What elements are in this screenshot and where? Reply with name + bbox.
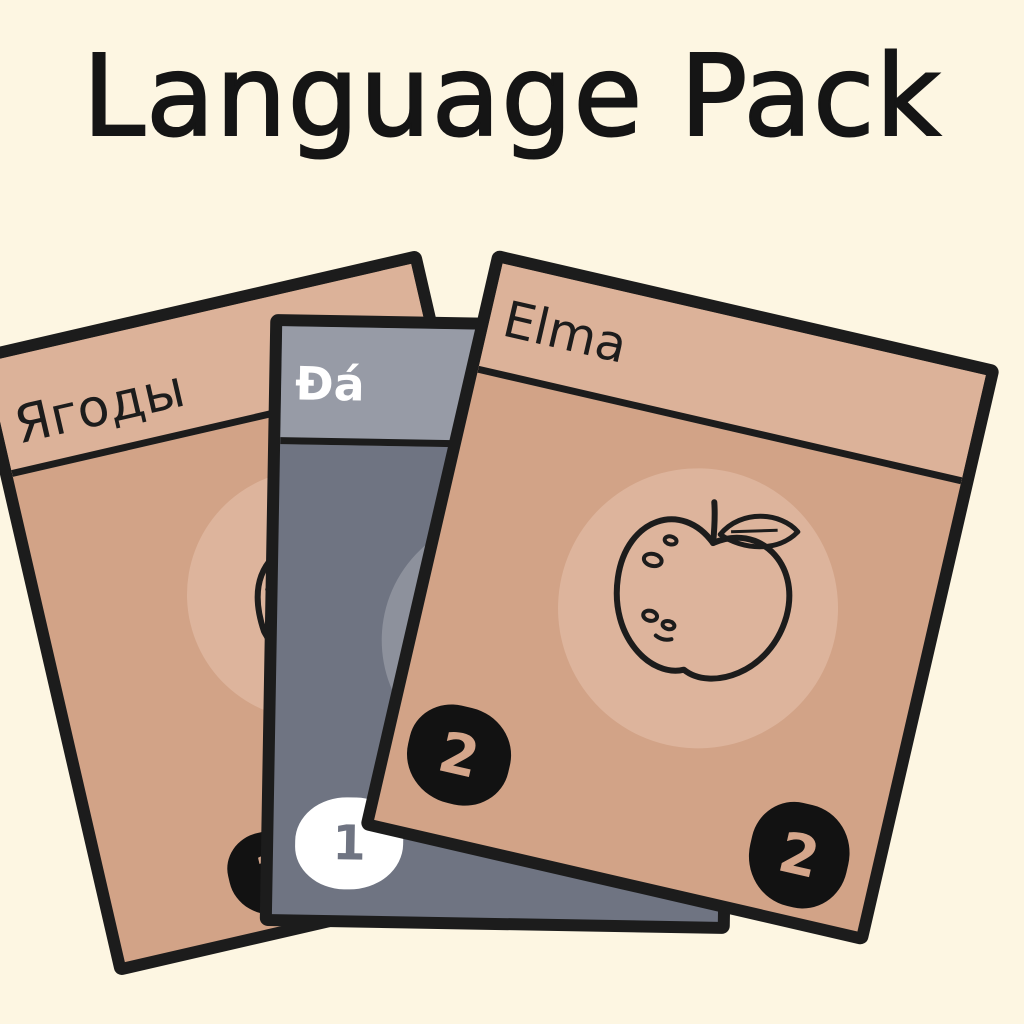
page-title: Language Pack xyxy=(82,31,942,163)
card-word: Ягоды xyxy=(8,359,191,457)
power-badge: 2 xyxy=(738,793,860,918)
card-word: Elma xyxy=(497,290,633,375)
card-word: Đá xyxy=(294,356,366,412)
card-header: Elma xyxy=(477,263,986,485)
cost-badge: 2 xyxy=(397,695,521,815)
